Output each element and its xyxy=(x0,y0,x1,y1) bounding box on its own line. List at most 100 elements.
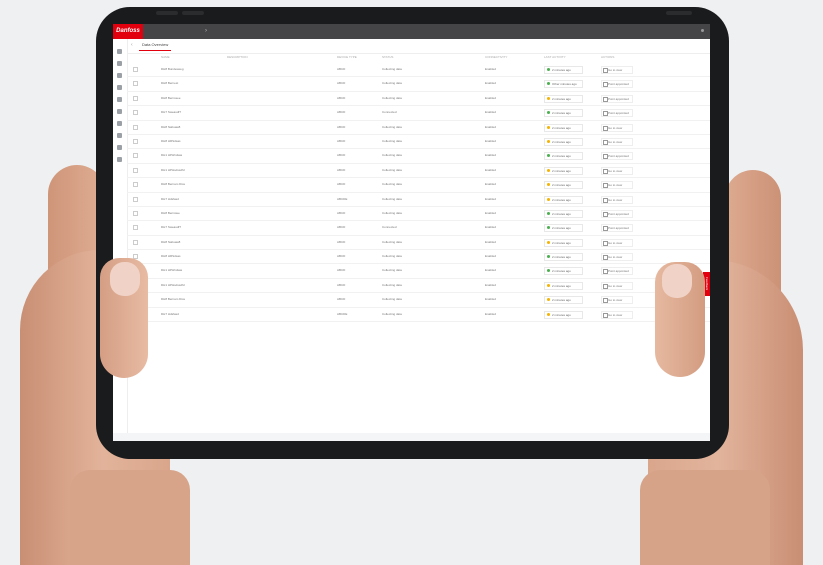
row-checkbox[interactable] xyxy=(133,153,138,159)
device-name[interactable]: DH8 HRSdsas xyxy=(161,139,181,143)
settings-icon[interactable] xyxy=(117,109,122,114)
devices-icon[interactable] xyxy=(117,73,122,78)
tab-data-overview[interactable]: Data Overview xyxy=(139,42,172,51)
device-status: Collecting data xyxy=(382,95,402,100)
table-row[interactable]: DH8 Nabsaw8 ABCD Collecting data Enabled 2 m… xyxy=(127,236,710,251)
help-icon[interactable] xyxy=(117,157,122,162)
row-action-button[interactable]: Go to view xyxy=(601,296,633,305)
column-header-name[interactable]: NAME xyxy=(161,55,170,59)
device-name[interactable]: DH8 Bundesweg xyxy=(161,67,184,71)
row-checkbox[interactable] xyxy=(133,182,138,188)
table-row[interactable]: DH8 HRSdsas ABCD Collecting data Enabled 2 m… xyxy=(127,135,710,150)
table-row[interactable]: DH8 Bernam Dice ABCD Collecting data Enable… xyxy=(127,293,710,308)
table-row[interactable]: DH8 Nabsaw8 ABCD Collecting data Enabled 2 m… xyxy=(127,121,710,135)
table-row[interactable]: DH8 Bernssee ABCD Collecting data Enabled 2 … xyxy=(127,92,710,107)
row-checkbox[interactable] xyxy=(133,138,138,144)
table-row[interactable]: DH1 HPHhdsas ABCD Collecting data Enabled 2 … xyxy=(127,149,710,164)
row-action-button[interactable]: Point appointed xyxy=(601,109,633,118)
device-name[interactable]: DH8 Bernam Dice xyxy=(161,297,185,301)
home-icon[interactable] xyxy=(117,49,122,54)
device-name[interactable]: DH7 Hdsfasd xyxy=(161,312,179,316)
column-header-connectivity[interactable]: CONNECTIVITY xyxy=(485,55,507,59)
device-status: Collecting data xyxy=(382,67,402,71)
row-action-button[interactable]: Go to view xyxy=(601,310,633,319)
row-action-button[interactable]: Point appointed xyxy=(601,224,633,233)
device-name[interactable]: DH1 HPHsdssdfd xyxy=(161,168,185,172)
device-name[interactable]: DH7 Sweasdf7 xyxy=(161,225,181,229)
chevron-right-icon[interactable]: › xyxy=(205,28,209,34)
user-icon[interactable] xyxy=(117,145,122,150)
row-checkbox[interactable] xyxy=(133,167,138,173)
column-header-description[interactable]: DESCRIPTION xyxy=(227,55,248,59)
row-action-button[interactable]: Go to view xyxy=(601,166,633,175)
column-header-actions[interactable]: ACTIONS xyxy=(601,55,614,59)
column-header-device-type[interactable]: DEVICE TYPE xyxy=(337,55,357,59)
table-row[interactable]: DH1 HPHhdsas ABCD Collecting data Enabled 2 … xyxy=(127,264,710,279)
device-name[interactable]: DH8 Nabsaw8 xyxy=(161,125,180,129)
table-row[interactable]: DH7 Hdsfasd ABCDE Collecting data Enabled 2 … xyxy=(127,193,710,207)
row-checkbox[interactable] xyxy=(133,110,138,116)
row-action-button[interactable]: Go to view xyxy=(601,253,633,262)
device-name[interactable]: DH8 Bernssee xyxy=(161,96,181,100)
row-action-button[interactable]: Point appointed xyxy=(601,94,633,103)
row-checkbox[interactable] xyxy=(133,210,138,216)
row-checkbox[interactable] xyxy=(133,124,138,130)
last-activity-text: 2 minutes ago xyxy=(552,68,571,72)
table-row[interactable]: DH7 Sweasdf7 ABCD Connected Enabled 2 minute… xyxy=(127,221,710,236)
last-activity-badge: 2 minutes ago xyxy=(544,209,583,218)
row-checkbox[interactable] xyxy=(133,239,138,245)
row-checkbox[interactable] xyxy=(133,67,138,72)
table-row[interactable]: DH7 Sweasdf7 ABCD Connected Enabled 2 minute… xyxy=(127,106,710,121)
device-name[interactable]: DH1 HPHhdsas xyxy=(161,153,182,157)
brand-logo[interactable]: Danfoss xyxy=(113,24,143,39)
row-checkbox[interactable] xyxy=(133,95,138,101)
table-row[interactable]: DH8 Bundesweg ABCD Collecting data Enabled 2… xyxy=(127,63,710,78)
row-action-button[interactable]: Point appointed xyxy=(601,267,633,276)
table-row[interactable]: DH7 Hdsfasd ABCDE Collecting data Enabled 2 … xyxy=(127,308,710,323)
row-action-button[interactable]: Go to view xyxy=(601,181,633,190)
device-connectivity: Enabled xyxy=(485,268,497,273)
list-icon[interactable] xyxy=(117,97,122,102)
last-activity-badge: 2 minutes ago xyxy=(544,137,583,146)
table-row[interactable]: DH8 Bernam Dice ABCD Collecting data Enable… xyxy=(127,178,710,193)
row-action-button[interactable]: Go to view xyxy=(601,238,633,247)
row-checkbox[interactable] xyxy=(133,81,138,87)
device-name[interactable]: DH1 HPHhdsas xyxy=(161,268,182,272)
chart-icon[interactable] xyxy=(117,121,122,126)
device-name[interactable]: DH8 HRSdsas xyxy=(161,254,181,258)
row-action-button[interactable]: Go to view xyxy=(601,195,633,204)
action-icon xyxy=(603,168,608,174)
table-row[interactable]: DH8 Bernstee ABCD Collecting data Enabled 2 … xyxy=(127,207,710,222)
row-action-button[interactable]: Point appointed xyxy=(601,80,633,89)
info-icon[interactable] xyxy=(117,133,122,138)
row-checkbox[interactable] xyxy=(133,225,138,231)
last-activity-text: 2 minutes ago xyxy=(552,139,571,144)
row-action-button[interactable]: Point appointed xyxy=(601,209,633,218)
row-action-button[interactable]: Point appointed xyxy=(601,152,633,161)
row-action-button[interactable]: Go to view xyxy=(601,123,633,132)
user-menu-icon[interactable] xyxy=(701,29,704,32)
table-row[interactable]: DH1 HPHsdssdfd ABCD Collecting data Enabled… xyxy=(127,279,710,294)
device-status: Collecting data xyxy=(382,268,402,273)
device-name[interactable]: DH8 Bernest xyxy=(161,81,178,85)
last-activity-badge: 2 minutes ago xyxy=(544,195,583,204)
alarm-icon[interactable] xyxy=(117,85,122,90)
row-action-button[interactable]: Go to view xyxy=(601,137,633,146)
table-row[interactable]: DH8 Bernest ABCD Collecting data Enabled Oth… xyxy=(127,77,710,92)
row-action-button[interactable]: Go to view xyxy=(601,281,633,290)
device-name[interactable]: DH1 HPHsdssdfd xyxy=(161,283,185,287)
column-header-status[interactable]: STATUS xyxy=(382,55,393,59)
device-name[interactable]: DH8 Nabsaw8 xyxy=(161,240,180,244)
device-name[interactable]: DH8 Bernstee xyxy=(161,211,180,215)
column-header-last-activity[interactable]: LAST ACTIVITY xyxy=(544,55,566,59)
back-icon[interactable]: ‹ xyxy=(131,42,133,48)
device-name[interactable]: DH7 Hdsfasd xyxy=(161,197,179,201)
device-status: Collecting data xyxy=(382,124,402,129)
table-row[interactable]: DH8 HRSdsas ABCD Collecting data Enabled 2 m… xyxy=(127,250,710,265)
row-action-button[interactable]: Go to view xyxy=(601,66,633,74)
device-name[interactable]: DH7 Sweasdf7 xyxy=(161,110,181,114)
dashboard-icon[interactable] xyxy=(117,61,122,66)
row-checkbox[interactable] xyxy=(133,196,138,202)
table-row[interactable]: DH1 HPHsdssdfd ABCD Collecting data Enabled… xyxy=(127,164,710,179)
device-name[interactable]: DH8 Bernam Dice xyxy=(161,182,185,186)
